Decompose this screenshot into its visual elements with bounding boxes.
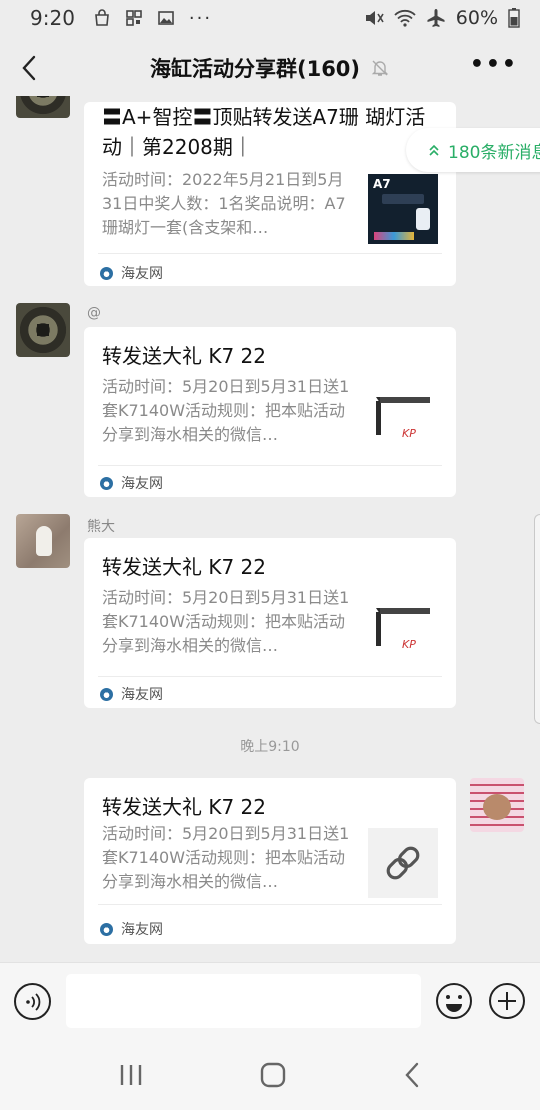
system-navigation-bar [0,1040,540,1110]
card-divider [98,904,442,905]
card-title: 转发送大礼 K7 22 [102,555,267,579]
card-thumbnail: KP [376,608,430,651]
battery-percent: 60% [455,7,498,29]
card-divider [98,465,442,466]
card-divider [98,676,442,677]
bag-icon [95,9,109,26]
status-bar: 9:20 ··· 60% [0,0,540,36]
sender-avatar[interactable] [16,514,70,568]
airplane-icon [427,9,445,27]
card-title: 〓A+智控〓顶贴转发送A7珊 瑚灯活动｜第2208期｜ [102,105,426,159]
emoji-button[interactable] [435,982,473,1020]
home-icon[interactable] [260,1062,286,1088]
sender-avatar[interactable] [16,96,70,118]
card-description: 活动时间：2022年5月21日到5月31日中奖人数：1名奖品说明：A7珊瑚灯一套… [102,170,346,237]
card-source: 海友网 [100,263,163,283]
notification-icons: ··· [93,8,212,29]
source-logo-icon [100,687,113,701]
more-notifications-icon: ··· [188,7,213,29]
card-source: 海友网 [100,473,163,493]
more-options-button[interactable]: ••• [470,52,518,77]
recent-apps-icon[interactable] [118,1063,144,1087]
sender-avatar[interactable] [16,303,70,357]
voice-input-button[interactable] [14,983,51,1020]
input-bar [0,962,540,1040]
new-messages-label: 180条新消息 [448,142,540,163]
edge-panel-handle[interactable] [534,514,540,724]
status-time: 9:20 [30,6,75,30]
link-icon [386,846,420,880]
link-card[interactable]: 转发送大礼 K7 22 活动时间：5月20日到5月31日送1套K7140W活动规… [84,538,456,708]
card-thumbnail: KP [376,397,430,440]
source-name: 海友网 [121,687,163,703]
wifi-icon [394,9,416,27]
system-back-icon[interactable] [402,1062,422,1088]
card-description: 活动时间：5月20日到5月31日送1套K7140W活动规则：把本贴活动分享到海水… [102,824,350,891]
battery-icon [508,8,520,28]
status-right: 60% [364,7,520,29]
card-title: 转发送大礼 K7 22 [102,795,267,819]
thumbnail-label: KP [402,427,416,440]
double-chevron-up-icon [429,144,439,156]
source-name: 海友网 [121,476,163,492]
source-logo-icon [100,922,113,936]
source-name: 海友网 [121,266,163,282]
chat-header: 海缸活动分享群(160) ••• [0,40,540,96]
card-thumbnail: A7 [368,174,438,244]
mute-icon [365,11,384,25]
link-card[interactable]: 转发送大礼 K7 22 活动时间：5月20日到5月31日送1套K7140W活动规… [84,327,456,497]
sender-name: 熊大 [87,519,115,535]
thumbnail-label: A7 [373,177,391,191]
card-source: 海友网 [100,684,163,704]
link-card[interactable]: 〓A+智控〓顶贴转发送A7珊 瑚灯活动｜第2208期｜ 活动时间：2022年5月… [84,102,456,286]
qr-icon [126,10,142,26]
card-source: 海友网 [100,919,163,939]
source-logo-icon [100,266,113,280]
thumbnail-label: KP [402,638,416,651]
source-logo-icon [100,476,113,490]
image-icon [158,11,174,25]
group-name: 海缸活动分享群(160) [149,57,361,81]
card-thumbnail [368,828,438,898]
link-card[interactable]: 转发送大礼 K7 22 活动时间：5月20日到5月31日送1套K7140W活动规… [84,778,456,944]
source-name: 海友网 [121,922,163,938]
sender-name: @ [87,305,101,321]
more-actions-button[interactable] [488,982,526,1020]
card-divider [98,253,442,254]
new-messages-button[interactable]: 180条新消息 [406,128,540,172]
back-arrow-icon[interactable] [16,52,46,84]
muted-bell-icon [371,60,389,76]
card-description: 活动时间：5月20日到5月31日送1套K7140W活动规则：把本贴活动分享到海水… [102,377,350,444]
message-input[interactable] [66,974,421,1028]
chat-title: 海缸活动分享群(160) [150,53,390,83]
card-description: 活动时间：5月20日到5月31日送1套K7140W活动规则：把本贴活动分享到海水… [102,588,350,655]
my-avatar[interactable] [470,778,524,832]
message-timestamp: 晚上9:10 [240,739,300,755]
voice-icon [25,992,40,1011]
card-title: 转发送大礼 K7 22 [102,344,267,368]
message-list[interactable]: 〓A+智控〓顶贴转发送A7珊 瑚灯活动｜第2208期｜ 活动时间：2022年5月… [0,96,540,962]
